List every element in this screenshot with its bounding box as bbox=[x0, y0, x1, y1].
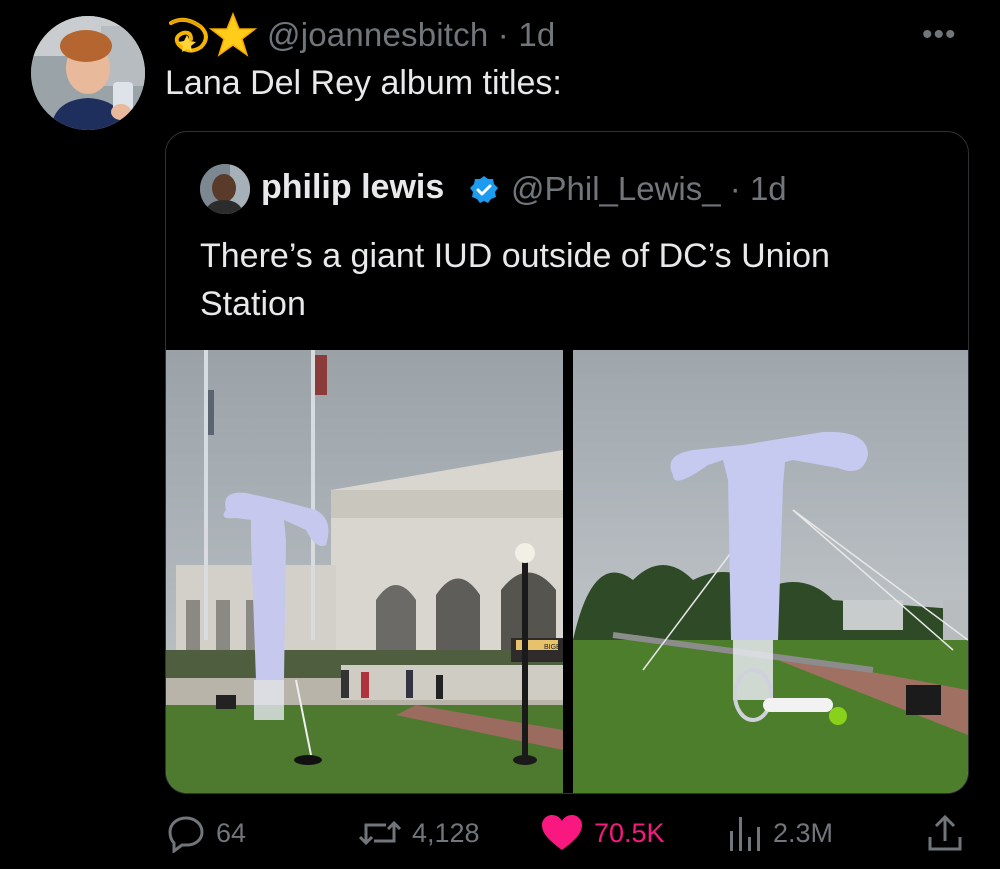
tweet-time: 1d bbox=[518, 16, 556, 53]
share-icon bbox=[928, 814, 962, 851]
quoted-media[interactable]: BIGB bbox=[166, 350, 968, 793]
reply-button[interactable]: 64 bbox=[166, 805, 246, 861]
author-handle[interactable]: @joannesbitch · 1d bbox=[267, 16, 555, 54]
quoted-author-name[interactable]: philip lewis bbox=[261, 168, 444, 207]
tweet-text: Lana Del Rey album titles: bbox=[165, 64, 562, 102]
verified-badge-icon bbox=[469, 175, 499, 205]
quoted-author-handle[interactable]: @Phil_Lewis_ · 1d bbox=[511, 170, 787, 208]
more-icon[interactable]: ••• bbox=[922, 18, 957, 52]
views-icon bbox=[730, 817, 760, 851]
retweet-icon bbox=[358, 820, 402, 846]
tweet-header: @joannesbitch · 1d bbox=[165, 10, 555, 60]
reply-icon bbox=[168, 816, 204, 853]
reply-count: 64 bbox=[216, 817, 247, 848]
photo-sign-text: BIGB bbox=[544, 644, 561, 651]
quoted-tweet[interactable]: philip lewis @Phil_Lewis_ · 1d There’s a… bbox=[165, 131, 969, 794]
retweet-count: 4,128 bbox=[412, 817, 480, 848]
share-button[interactable] bbox=[925, 805, 975, 861]
quoted-tweet-text: There’s a giant IUD outside of DC’s Unio… bbox=[200, 237, 830, 323]
quoted-tweet-time: 1d bbox=[749, 170, 787, 207]
views-button[interactable]: 2.3M bbox=[727, 805, 833, 861]
action-bar: 64 4,128 70.5K 2.3M bbox=[0, 805, 1000, 865]
author-avatar[interactable] bbox=[31, 16, 145, 130]
views-count: 2.3M bbox=[773, 817, 834, 848]
retweet-button[interactable]: 4,128 bbox=[358, 805, 480, 861]
quoted-author-avatar[interactable] bbox=[200, 164, 250, 214]
photo-union-station[interactable]: BIGB bbox=[166, 350, 563, 793]
like-button[interactable]: 70.5K bbox=[540, 805, 665, 861]
dizzy-emoji-icon bbox=[165, 15, 213, 55]
photo-iud-lawn[interactable] bbox=[573, 350, 968, 793]
heart-icon bbox=[542, 815, 582, 850]
like-count: 70.5K bbox=[594, 817, 665, 848]
star-emoji-icon bbox=[208, 11, 258, 58]
